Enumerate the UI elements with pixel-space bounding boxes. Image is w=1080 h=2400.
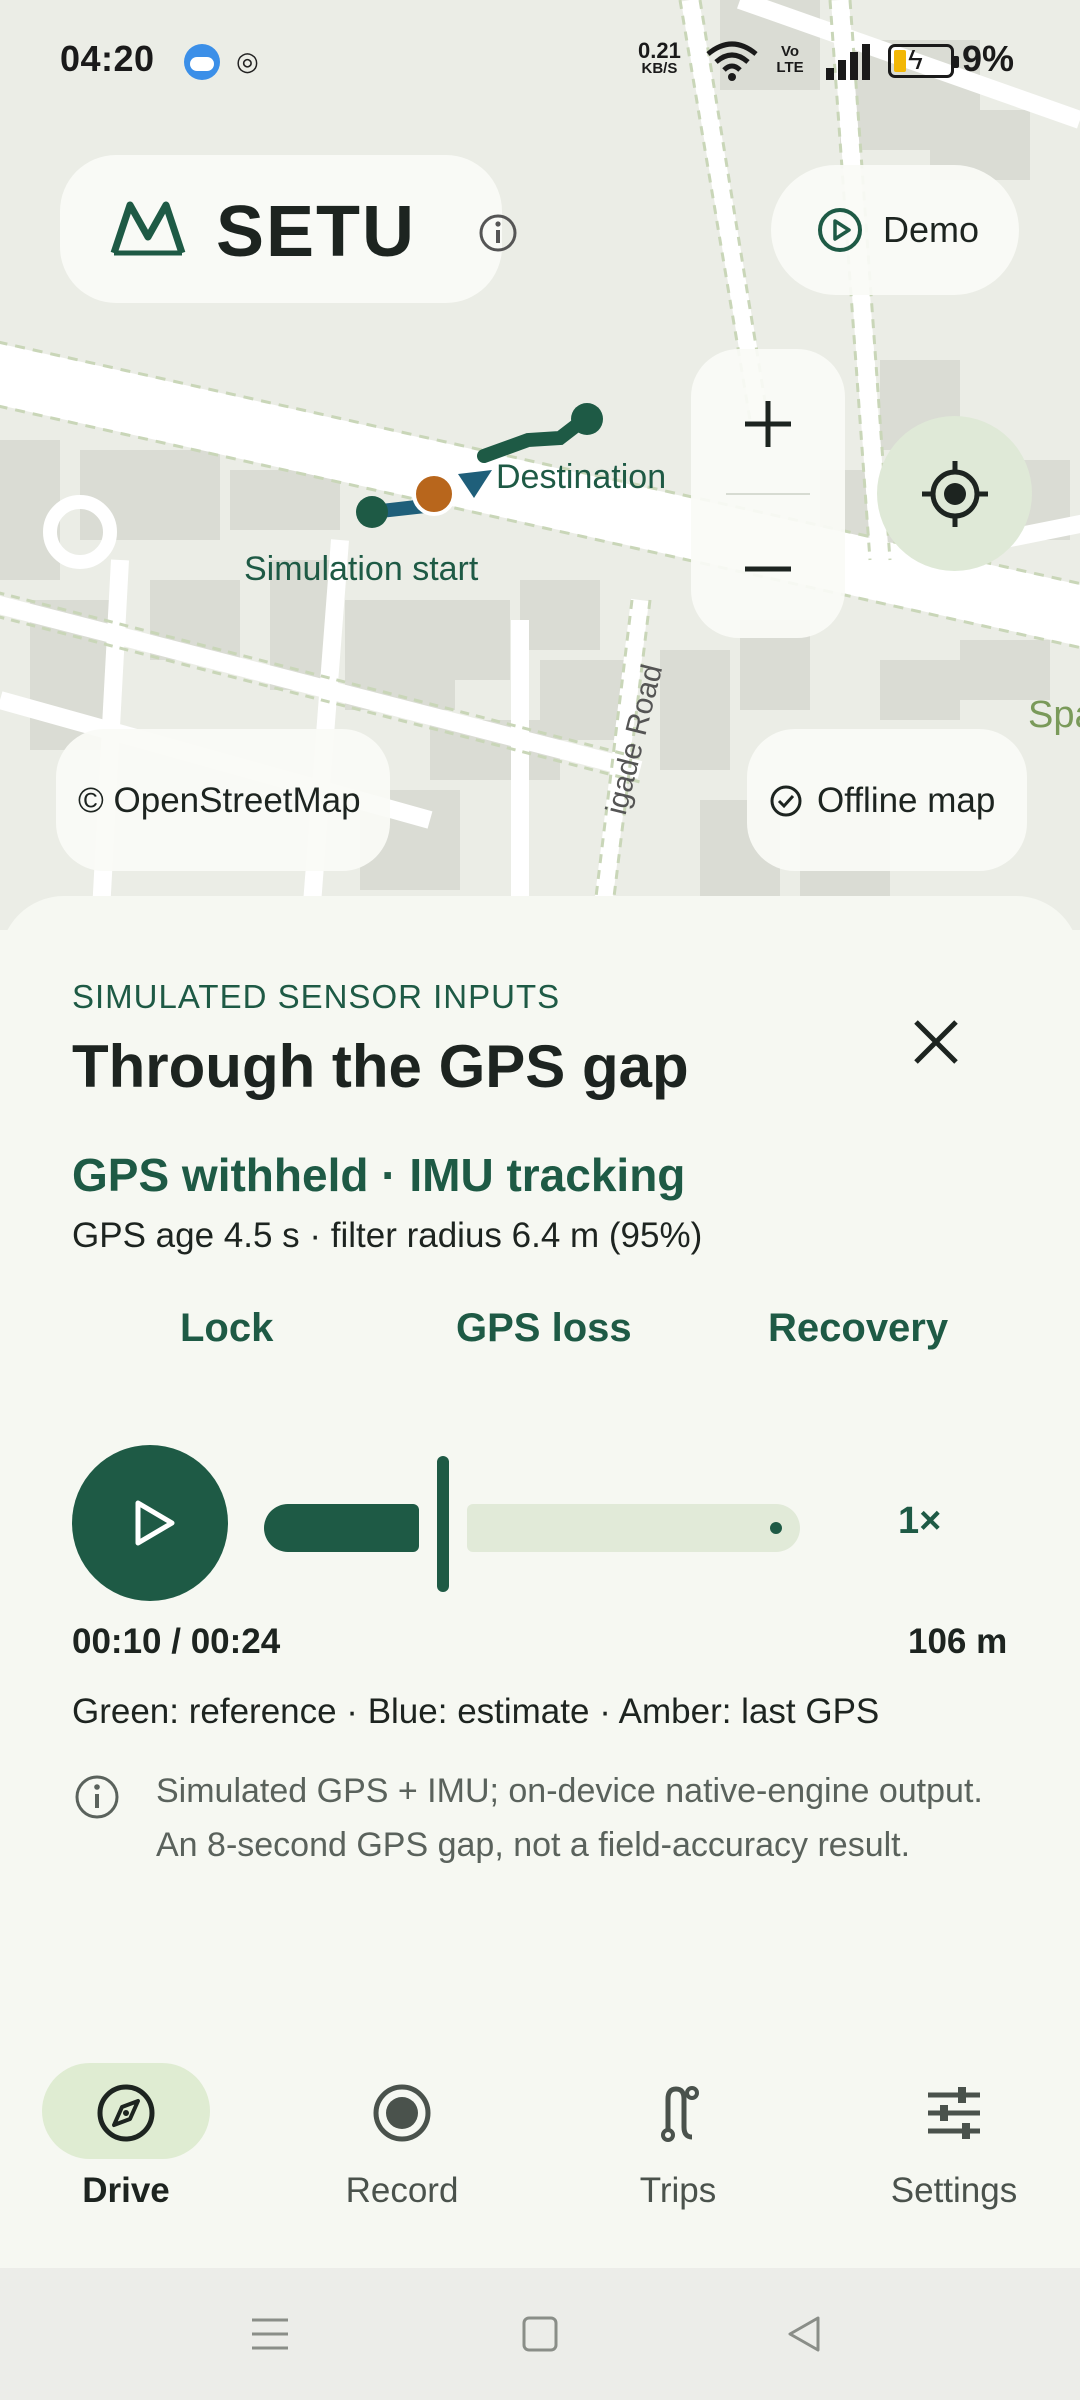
brand-chip: SETU [60, 155, 517, 303]
status-bar: 04:20 ◎ 0.21 KB/S Vo LTE ϟ 9% [0, 0, 1080, 120]
status-time: 04:20 [60, 38, 155, 79]
scrubber-remaining [467, 1504, 800, 1552]
system-navigation-bar [0, 2268, 1080, 2400]
tracking-status: GPS withheld · IMU tracking [72, 1149, 686, 1201]
attribution-chip[interactable]: © OpenStreetMap [56, 729, 390, 871]
brand-name: SETU [216, 192, 417, 272]
play-icon [135, 1500, 175, 1546]
info-icon [75, 1775, 119, 1819]
zoom-controls [691, 349, 845, 638]
disclaimer-note: Simulated GPS + IMU; on-device native-en… [156, 1772, 983, 1864]
map-poi-label: Spa [1028, 694, 1080, 736]
zoom-divider [726, 493, 810, 495]
play-button[interactable] [72, 1445, 228, 1601]
zoom-in-button[interactable] [733, 389, 803, 459]
nav-item-record[interactable]: Record [318, 2063, 518, 2243]
wifi-icon [706, 41, 758, 81]
nav-label: Record [345, 2171, 459, 2210]
phase-recovery-button[interactable]: Recovery [768, 1306, 948, 1351]
close-button[interactable] [906, 1012, 966, 1072]
back-icon[interactable] [784, 2314, 824, 2354]
offline-map-chip[interactable]: Offline map [747, 729, 1027, 871]
offline-map-label: Offline map [817, 781, 996, 820]
setu-logo-icon [110, 201, 186, 256]
scrubber-progress [264, 1504, 419, 1552]
map-label-start: Simulation start [244, 550, 479, 588]
nav-label: Trips [639, 2171, 717, 2210]
map-label-destination: Destination [496, 458, 667, 496]
map-view[interactable]: Simulation start Destination igade Road … [0, 0, 1080, 930]
sliders-icon [928, 2087, 980, 2139]
demo-button[interactable]: Demo [771, 165, 1019, 295]
nav-item-trips[interactable]: Trips [594, 2063, 794, 2243]
charging-icon: ϟ [908, 44, 923, 75]
nav-item-drive[interactable]: Drive [42, 2063, 242, 2243]
demo-label: Demo [883, 209, 980, 250]
nav-label: Settings [890, 2171, 1018, 2210]
route-legend: Green: reference · Blue: estimate · Ambe… [72, 1692, 880, 1731]
phase-gps-loss-button[interactable]: GPS loss [456, 1306, 632, 1351]
menu-icon[interactable] [250, 2314, 290, 2354]
compass-icon [97, 2084, 155, 2142]
weather-icon [184, 44, 220, 80]
attribution-label: © OpenStreetMap [78, 781, 361, 820]
route-icon [661, 2086, 699, 2142]
sheet-eyebrow: SIMULATED SENSOR INPUTS [72, 978, 561, 1015]
playback-time: 00:10 / 00:24 [72, 1622, 281, 1661]
notification-icon: ◎ [236, 46, 259, 76]
tracking-detail: GPS age 4.5 s · filter radius 6.4 m (95%… [72, 1216, 703, 1255]
crosshair-icon [922, 461, 988, 527]
play-circle-icon [818, 208, 862, 252]
locate-me-button[interactable] [877, 416, 1032, 571]
nav-label: Drive [82, 2171, 170, 2210]
record-icon [373, 2084, 431, 2142]
sheet-title: Through the GPS gap [72, 1033, 689, 1100]
volte-icon: Vo LTE [776, 43, 804, 76]
playback-speed-button[interactable]: 1× [898, 1500, 941, 1543]
nav-item-settings[interactable]: Settings [870, 2063, 1070, 2243]
cellular-signal-icon [826, 44, 870, 80]
info-icon[interactable] [478, 213, 518, 253]
scrubber-end-dot [770, 1522, 782, 1534]
home-icon[interactable] [520, 2314, 560, 2354]
scrubber-thumb[interactable] [437, 1456, 449, 1592]
battery-percent: 9% [962, 38, 1015, 79]
playback-distance: 106 m [908, 1622, 1008, 1661]
zoom-out-button[interactable] [733, 534, 803, 604]
phase-lock-button[interactable]: Lock [180, 1306, 273, 1351]
check-circle-icon [770, 785, 802, 817]
bottom-navigation: Drive Record Trips Settings [0, 2025, 1080, 2268]
network-speed: 0.21 KB/S [638, 38, 681, 78]
playback-scrubber[interactable] [264, 1456, 804, 1592]
